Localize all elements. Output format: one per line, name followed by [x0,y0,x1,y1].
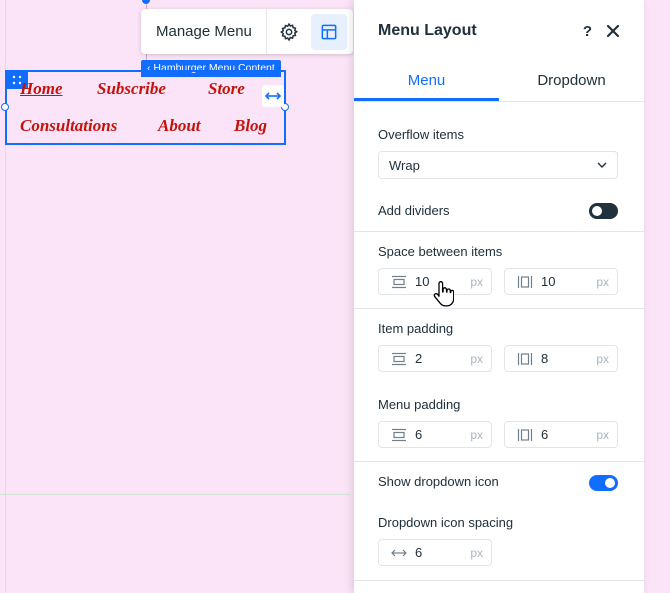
toolbar-divider [265,9,267,54]
horizontal-spacing-icon [517,351,533,367]
menu-layout-panel: Menu Layout ? Menu Dropdown Overflow ite… [354,0,644,593]
unit-label: px [470,351,483,366]
menu-padding-vertical-input[interactable]: 6 px [378,421,492,448]
space-between-items-label: Space between items [378,244,503,259]
vertical-spacing-icon [391,351,407,367]
menu-item-blog[interactable]: Blog [234,116,267,136]
dropdown-icon-spacing-value: 6 [415,545,423,560]
panel-title: Menu Layout [378,22,477,39]
dropdown-icon-spacing-input[interactable]: 6 px [378,539,492,566]
help-button[interactable]: ? [583,23,592,40]
section-divider [354,231,644,232]
unit-label: px [470,427,483,442]
overflow-items-value: Wrap [389,157,420,173]
space-horizontal-input[interactable]: 10 px [504,268,618,295]
layout-button[interactable] [310,13,347,50]
unit-label: px [596,427,609,442]
unit-label: px [596,274,609,289]
item-padding-vertical-value: 2 [415,351,423,366]
item-padding-horizontal-input[interactable]: 8 px [504,345,618,372]
tab-dropdown[interactable]: Dropdown [499,62,644,101]
horizontal-spacing-icon [517,274,533,290]
show-dropdown-icon-toggle[interactable] [589,475,618,491]
vertical-spacing-icon [391,427,407,443]
layout-icon [321,24,337,39]
item-padding-horizontal-value: 8 [541,351,549,366]
menu-item-store[interactable]: Store [208,79,245,99]
hand-pointer-icon [432,281,455,311]
unit-label: px [470,545,483,560]
canvas-guide-horizontal [0,494,350,495]
toggle-knob [592,206,602,216]
overflow-items-select[interactable]: Wrap [378,151,618,179]
dropdown-icon-spacing-label: Dropdown icon spacing [378,515,514,530]
menu-padding-label: Menu padding [378,397,461,412]
menu-padding-vertical-value: 6 [415,427,423,442]
tab-menu[interactable]: Menu [354,62,499,101]
menu-item-home[interactable]: Home [20,79,63,99]
stretch-arrows-icon [264,92,282,100]
horizontal-arrows-icon [391,545,407,561]
menu-item-consultations[interactable]: Consultations [20,116,117,136]
menu-padding-horizontal-input[interactable]: 6 px [504,421,618,448]
stretch-button[interactable] [262,85,284,107]
chevron-down-icon [597,162,607,168]
panel-header: Menu Layout ? [354,0,644,62]
unit-label: px [470,274,483,289]
section-divider [354,580,644,581]
vertical-spacing-icon [391,274,407,290]
show-dropdown-icon-label: Show dropdown icon [378,474,499,489]
close-icon [606,24,620,38]
item-padding-label: Item padding [378,321,454,336]
unit-label: px [596,351,609,366]
panel-tabs: Menu Dropdown [354,62,644,102]
gear-icon [279,22,298,41]
close-button[interactable] [606,24,620,38]
menu-item-subscribe[interactable]: Subscribe [97,79,166,99]
section-divider [354,308,644,309]
floating-toolbar: Manage Menu [141,9,353,54]
resize-handle-left[interactable] [1,103,9,111]
space-horizontal-value: 10 [541,274,556,289]
add-dividers-toggle[interactable] [589,203,618,219]
settings-button[interactable] [271,14,307,50]
item-padding-vertical-input[interactable]: 2 px [378,345,492,372]
overflow-items-label: Overflow items [378,127,464,142]
section-divider [354,461,644,462]
anchor-dot[interactable] [142,0,150,4]
add-dividers-label: Add dividers [378,203,450,218]
toggle-knob [605,478,615,488]
manage-menu-button[interactable]: Manage Menu [141,9,266,54]
menu-item-about[interactable]: About [158,116,201,136]
horizontal-spacing-icon [517,427,533,443]
menu-padding-horizontal-value: 6 [541,427,549,442]
